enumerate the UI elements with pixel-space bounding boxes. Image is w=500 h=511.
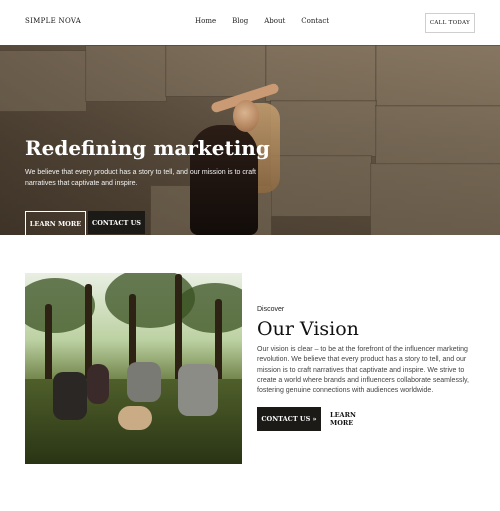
hero-bg-stone: [375, 45, 500, 107]
brand-logo[interactable]: SIMPLE NOVA: [25, 17, 81, 25]
hero-description: We believe that every product has a stor…: [25, 169, 256, 187]
hero-bg-stone: [165, 45, 267, 97]
vision-learn-more-link[interactable]: LEARN MORE: [330, 407, 380, 431]
hero-bg-stone: [0, 50, 87, 112]
hero-bg-stone: [270, 100, 377, 157]
hero-section: Redefining marketing We believe that eve…: [0, 45, 500, 235]
top-nav: SIMPLE NOVA Home Blog About Contact CALL…: [0, 0, 500, 45]
photo-person: [53, 372, 87, 420]
nav-link-blog[interactable]: Blog: [232, 17, 248, 25]
call-today-button[interactable]: CALL TODAY: [425, 13, 475, 33]
contact-us-button[interactable]: CONTACT US: [88, 211, 145, 234]
vision-photo: [25, 273, 242, 464]
nav-link-contact[interactable]: Contact: [301, 17, 329, 25]
nav-link-about[interactable]: About: [264, 17, 285, 25]
hero-bg-stone: [270, 155, 372, 217]
hero-title: Redefining marketing: [25, 136, 270, 160]
vision-description: Our vision is clear – to be at the foref…: [257, 346, 469, 395]
learn-more-button[interactable]: LEARN MORE: [25, 211, 86, 235]
hero-bg-stone: [265, 45, 377, 102]
hero-model-head: [233, 100, 259, 132]
photo-tree-canopy: [175, 283, 242, 333]
main-menu: Home Blog About Contact: [195, 17, 345, 25]
vision-title: Our Vision: [257, 318, 359, 340]
photo-person: [127, 362, 161, 402]
nav-link-home[interactable]: Home: [195, 17, 216, 25]
vision-eyebrow: Discover: [257, 306, 285, 313]
vision-contact-us-button[interactable]: CONTACT US »: [257, 407, 321, 431]
photo-person: [87, 364, 109, 404]
photo-dog: [118, 406, 152, 430]
vision-section: Discover Our Vision Our vision is clear …: [0, 235, 500, 511]
hero-bg-stone: [370, 163, 500, 235]
hero-bg-stone: [85, 45, 167, 102]
hero-bg-stone: [375, 105, 500, 165]
photo-person: [178, 364, 218, 416]
